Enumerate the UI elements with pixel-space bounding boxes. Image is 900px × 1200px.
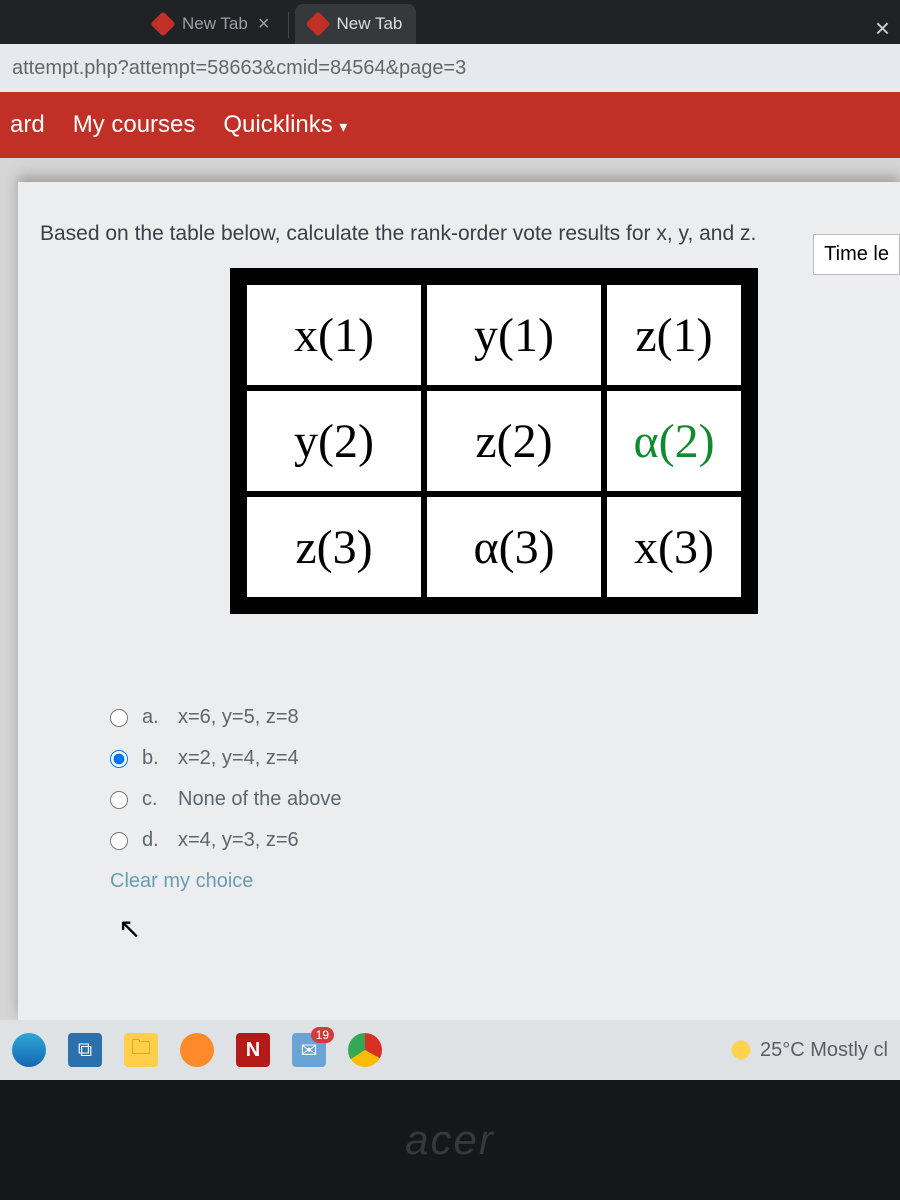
rank-order-table: x(1) y(1) z(1) y(2) z(2) α(2) z(3) α(3) …	[230, 268, 758, 614]
table-cell: y(2)	[244, 388, 424, 494]
edge-icon[interactable]	[12, 1033, 46, 1067]
cursor-icon: ↖	[118, 912, 141, 945]
chrome-icon[interactable]	[348, 1033, 382, 1067]
file-explorer-icon[interactable]: 🗀	[124, 1033, 158, 1067]
tab-label: New Tab	[337, 14, 403, 34]
table-cell: y(1)	[424, 282, 604, 388]
option-a-radio[interactable]	[110, 709, 128, 727]
table-cell: z(2)	[424, 388, 604, 494]
clear-choice-link[interactable]: Clear my choice	[110, 870, 900, 893]
chevron-down-icon: ▾	[339, 119, 347, 136]
window-close-icon[interactable]: ×	[875, 13, 890, 44]
weather-text: 25°C Mostly cl	[760, 1039, 888, 1062]
weather-widget[interactable]: 25°C Mostly cl	[730, 1039, 888, 1062]
close-icon[interactable]: ×	[258, 13, 270, 36]
mail-badge: 19	[311, 1027, 334, 1043]
browser-tab-inactive[interactable]: New Tab ×	[140, 4, 284, 44]
option-c-radio[interactable]	[110, 791, 128, 809]
tab-label: New Tab	[182, 14, 248, 34]
windows-taskbar: ⧉ 🗀 N ✉19 25°C Mostly cl	[0, 1020, 900, 1080]
option-a[interactable]: a. x=6, y=5, z=8	[110, 706, 900, 729]
question-panel: Based on the table below, calculate the …	[18, 182, 900, 1020]
nav-dashboard[interactable]: ard	[10, 111, 45, 139]
option-b[interactable]: b. x=2, y=4, z=4	[110, 747, 900, 770]
question-prompt: Based on the table below, calculate the …	[40, 222, 900, 246]
option-c[interactable]: c. None of the above	[110, 788, 900, 811]
tab-favicon	[305, 11, 330, 36]
laptop-bezel: acer	[0, 1080, 900, 1200]
address-bar[interactable]: attempt.php?attempt=58663&cmid=84564&pag…	[0, 44, 900, 92]
table-cell: z(3)	[244, 494, 424, 600]
answer-options: a. x=6, y=5, z=8 b. x=2, y=4, z=4 c. Non…	[110, 706, 900, 852]
table-cell: x(1)	[244, 282, 424, 388]
lms-navbar: ard My courses Quicklinks ▾	[0, 92, 900, 158]
mail-icon[interactable]: ✉19	[292, 1033, 326, 1067]
table-cell: x(3)	[604, 494, 744, 600]
browser-tab-active[interactable]: New Tab	[295, 4, 417, 44]
table-cell: α(2)	[604, 388, 744, 494]
nav-my-courses[interactable]: My courses	[73, 111, 196, 139]
tab-favicon	[150, 11, 175, 36]
option-d[interactable]: d. x=4, y=3, z=6	[110, 829, 900, 852]
table-cell: z(1)	[604, 282, 744, 388]
url-text: attempt.php?attempt=58663&cmid=84564&pag…	[12, 57, 466, 80]
store-icon[interactable]: ⧉	[68, 1033, 102, 1067]
sun-icon	[730, 1039, 752, 1061]
time-left-box: Time le	[813, 234, 900, 275]
browser-tabstrip: New Tab × New Tab ×	[0, 0, 900, 44]
firefox-icon[interactable]	[180, 1033, 214, 1067]
option-d-radio[interactable]	[110, 832, 128, 850]
option-b-radio[interactable]	[110, 750, 128, 768]
laptop-brand: acer	[405, 1116, 495, 1164]
app-n-icon[interactable]: N	[236, 1033, 270, 1067]
nav-quicklinks[interactable]: Quicklinks ▾	[223, 111, 347, 139]
page-background: Based on the table below, calculate the …	[0, 158, 900, 1020]
table-cell: α(3)	[424, 494, 604, 600]
